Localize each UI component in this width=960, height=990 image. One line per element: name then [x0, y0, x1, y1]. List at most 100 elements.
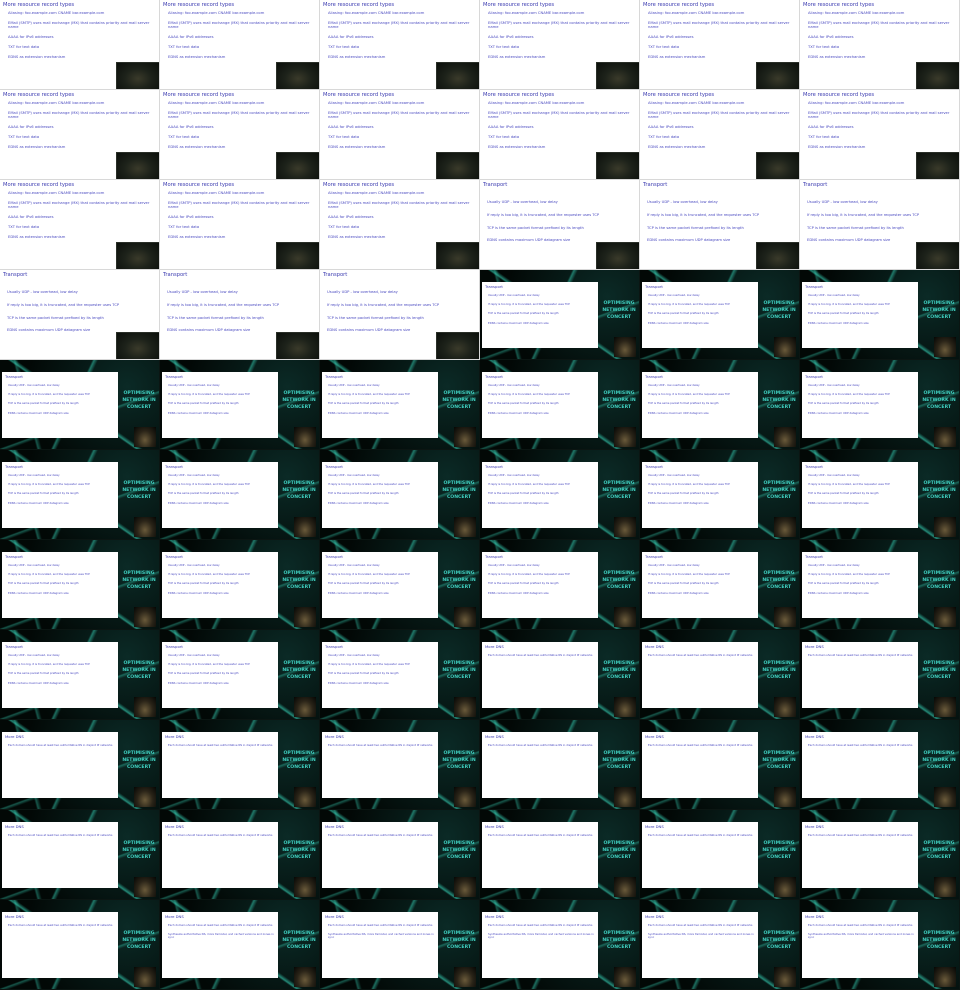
video-frame-thumbnail[interactable]: Transport Usually UDP - low overhead, low…: [160, 630, 320, 720]
video-frame-thumbnail[interactable]: More DNS Each domain should have at least…: [480, 720, 640, 810]
video-frame-thumbnail[interactable]: More DNS Each domain should have at least…: [0, 720, 160, 810]
video-frame-thumbnail[interactable]: More DNS Each domain should have at least…: [320, 720, 480, 810]
slide-bullets: Each domain should have at least two aut…: [168, 833, 275, 843]
video-frame-thumbnail[interactable]: Transport Usually UDP - low overhead, low…: [640, 360, 800, 450]
video-frame-thumbnail[interactable]: More resource record types Aliasing: foo.…: [0, 180, 160, 270]
video-frame-thumbnail[interactable]: Transport Usually UDP - low overhead, low…: [640, 540, 800, 630]
video-frame-thumbnail[interactable]: Transport Usually UDP - low overhead, low…: [480, 540, 640, 630]
video-frame-thumbnail[interactable]: More resource record types Aliasing: foo.…: [160, 0, 320, 90]
video-frame-thumbnail[interactable]: More DNS Each domain should have at least…: [160, 810, 320, 900]
speaker-video-thumbnail: [934, 697, 956, 717]
video-frame-thumbnail[interactable]: Transport Usually UDP - low overhead, low…: [640, 180, 800, 270]
video-frame-thumbnail[interactable]: Transport Usually UDP - low overhead, low…: [800, 270, 960, 360]
video-frame-thumbnail[interactable]: More DNS Each domain should have at least…: [800, 810, 960, 900]
video-frame-thumbnail[interactable]: Transport Usually UDP - low overhead, low…: [160, 540, 320, 630]
slide-bullet-text: EMail (SMTP) uses mail exchange (MX) tha…: [488, 21, 630, 30]
video-frame-thumbnail[interactable]: More resource record types Aliasing: foo.…: [320, 90, 480, 180]
slide-title: More resource record types: [163, 182, 235, 188]
video-frame-thumbnail[interactable]: Transport Usually UDP - low overhead, low…: [800, 180, 960, 270]
video-frame-thumbnail[interactable]: Transport Usually UDP - low overhead, low…: [0, 270, 160, 360]
video-frame-thumbnail[interactable]: Transport Usually UDP - low overhead, low…: [320, 360, 480, 450]
slide-bullet-text: AAAA for IPv6 addresses: [648, 125, 694, 130]
video-frame-thumbnail[interactable]: More resource record types Aliasing: foo.…: [160, 180, 320, 270]
slide-bullets: Usually UDP - low overhead, low delay If …: [8, 473, 115, 511]
video-frame-thumbnail[interactable]: Transport Usually UDP - low overhead, low…: [320, 450, 480, 540]
video-frame-thumbnail[interactable]: Transport Usually UDP - low overhead, low…: [160, 450, 320, 540]
video-frame-thumbnail[interactable]: More DNS Each domain should have at least…: [160, 900, 320, 990]
video-frame-thumbnail[interactable]: More resource record types Aliasing: foo.…: [160, 90, 320, 180]
speaker-video-thumbnail: [916, 242, 959, 269]
video-frame-thumbnail[interactable]: More DNS Each domain should have at least…: [0, 900, 160, 990]
slide-bullet-text: TCP is the same packet format prefixed b…: [7, 315, 104, 320]
conference-logo: OPTIMISING NETWORK IN CONCERT: [762, 571, 796, 590]
slide-inset: More DNS Each domain should have at least…: [802, 642, 918, 708]
video-frame-thumbnail[interactable]: Transport Usually UDP - low overhead, low…: [160, 270, 320, 360]
video-frame-thumbnail[interactable]: More DNS Each domain should have at least…: [800, 900, 960, 990]
video-frame-thumbnail[interactable]: More resource record types Aliasing: foo.…: [0, 90, 160, 180]
video-frame-thumbnail[interactable]: More DNS Each domain should have at least…: [640, 630, 800, 720]
slide-inset: More DNS Each domain should have at least…: [162, 912, 278, 978]
conference-logo: OPTIMISING NETWORK IN CONCERT: [122, 571, 156, 590]
video-frame-thumbnail[interactable]: More resource record types Aliasing: foo.…: [320, 180, 480, 270]
video-frame-thumbnail[interactable]: More resource record types Aliasing: foo.…: [0, 0, 160, 90]
video-frame-thumbnail[interactable]: More DNS Each domain should have at least…: [320, 810, 480, 900]
slide-bullets: Usually UDP - low overhead, low delay If …: [488, 383, 595, 421]
speaker-video-thumbnail: [774, 697, 796, 717]
video-frame-thumbnail[interactable]: Transport Usually UDP - low overhead, low…: [800, 540, 960, 630]
video-frame-thumbnail[interactable]: Transport Usually UDP - low overhead, low…: [0, 630, 160, 720]
video-frame-thumbnail[interactable]: More resource record types Aliasing: foo.…: [640, 0, 800, 90]
video-frame-thumbnail[interactable]: More DNS Each domain should have at least…: [160, 720, 320, 810]
speaker-video-thumbnail: [774, 607, 796, 627]
conference-logo: OPTIMISING NETWORK IN CONCERT: [442, 751, 476, 770]
slide-bullet-text: Usually UDP - low overhead, low delay: [648, 473, 700, 477]
video-frame-thumbnail[interactable]: More resource record types Aliasing: foo.…: [640, 90, 800, 180]
slide-bullets: Aliasing: foo.example.com CNAME bar.exam…: [648, 11, 791, 65]
video-frame-thumbnail[interactable]: Transport Usually UDP - low overhead, low…: [800, 450, 960, 540]
video-frame-thumbnail[interactable]: More DNS Each domain should have at least…: [800, 720, 960, 810]
video-frame-thumbnail[interactable]: More resource record types Aliasing: foo.…: [800, 0, 960, 90]
video-frame-thumbnail[interactable]: Transport Usually UDP - low overhead, low…: [800, 360, 960, 450]
video-frame-thumbnail[interactable]: More DNS Each domain should have at least…: [320, 900, 480, 990]
slide-bullets: Each domain should have at least two aut…: [488, 653, 595, 663]
video-frame-thumbnail[interactable]: Transport Usually UDP - low overhead, low…: [0, 360, 160, 450]
video-frame-thumbnail[interactable]: More resource record types Aliasing: foo.…: [480, 90, 640, 180]
slide-bullet-text: TCP is the same packet format prefixed b…: [808, 491, 879, 496]
video-frame-thumbnail[interactable]: More DNS Each domain should have at least…: [640, 900, 800, 990]
slide-bullet-text: Each domain should have at least two aut…: [648, 653, 753, 657]
video-frame-thumbnail[interactable]: Transport Usually UDP - low overhead, low…: [320, 630, 480, 720]
video-frame-thumbnail[interactable]: More resource record types Aliasing: foo.…: [320, 0, 480, 90]
slide-inset: Transport Usually UDP - low overhead, low…: [322, 552, 438, 618]
video-frame-thumbnail[interactable]: More DNS Each domain should have at least…: [0, 810, 160, 900]
slide-bullets: Usually UDP - low overhead, low delay If …: [648, 383, 755, 421]
slide-bullet-text: Usually UDP - low overhead, low delay: [488, 293, 540, 297]
video-frame-thumbnail[interactable]: Transport Usually UDP - low overhead, low…: [480, 360, 640, 450]
slide-bullet-text: AAAA for IPv6 addresses: [8, 215, 54, 220]
video-frame-thumbnail[interactable]: Transport Usually UDP - low overhead, low…: [480, 270, 640, 360]
video-frame-thumbnail[interactable]: Transport Usually UDP - low overhead, low…: [480, 450, 640, 540]
slide-bullet-text: EDNS contains maximum UDP datagram size: [168, 500, 229, 505]
video-frame-thumbnail[interactable]: Transport Usually UDP - low overhead, low…: [160, 360, 320, 450]
video-frame-thumbnail[interactable]: More DNS Each domain should have at least…: [480, 810, 640, 900]
slide-bullet-text: Each domain should have at least two aut…: [808, 743, 913, 747]
video-frame-thumbnail[interactable]: Transport Usually UDP - low overhead, low…: [320, 540, 480, 630]
speaker-video-thumbnail: [934, 607, 956, 627]
video-frame-thumbnail[interactable]: More DNS Each domain should have at least…: [640, 720, 800, 810]
video-frame-thumbnail[interactable]: More resource record types Aliasing: foo.…: [480, 0, 640, 90]
video-frame-thumbnail[interactable]: Transport Usually UDP - low overhead, low…: [0, 450, 160, 540]
speaker-video-thumbnail: [294, 967, 316, 987]
video-frame-thumbnail[interactable]: Transport Usually UDP - low overhead, low…: [0, 540, 160, 630]
slide-title: Transport: [165, 374, 183, 379]
video-frame-thumbnail[interactable]: More DNS Each domain should have at least…: [480, 630, 640, 720]
slide-bullet-text: EMail (SMTP) uses mail exchange (MX) tha…: [168, 21, 310, 30]
video-frame-thumbnail[interactable]: More DNS Each domain should have at least…: [800, 630, 960, 720]
video-frame-thumbnail[interactable]: Transport Usually UDP - low overhead, low…: [320, 270, 480, 360]
video-frame-thumbnail[interactable]: More resource record types Aliasing: foo.…: [800, 90, 960, 180]
video-frame-thumbnail[interactable]: Transport Usually UDP - low overhead, low…: [640, 270, 800, 360]
video-frame-thumbnail[interactable]: More DNS Each domain should have at least…: [640, 810, 800, 900]
video-frame-thumbnail[interactable]: Transport Usually UDP - low overhead, low…: [640, 450, 800, 540]
video-frame-thumbnail[interactable]: Transport Usually UDP - low overhead, low…: [480, 180, 640, 270]
slide-title: Transport: [323, 272, 348, 278]
slide-title: Transport: [5, 554, 23, 559]
slide-inset: Transport Usually UDP - low overhead, low…: [482, 372, 598, 438]
video-frame-thumbnail[interactable]: More DNS Each domain should have at least…: [480, 900, 640, 990]
